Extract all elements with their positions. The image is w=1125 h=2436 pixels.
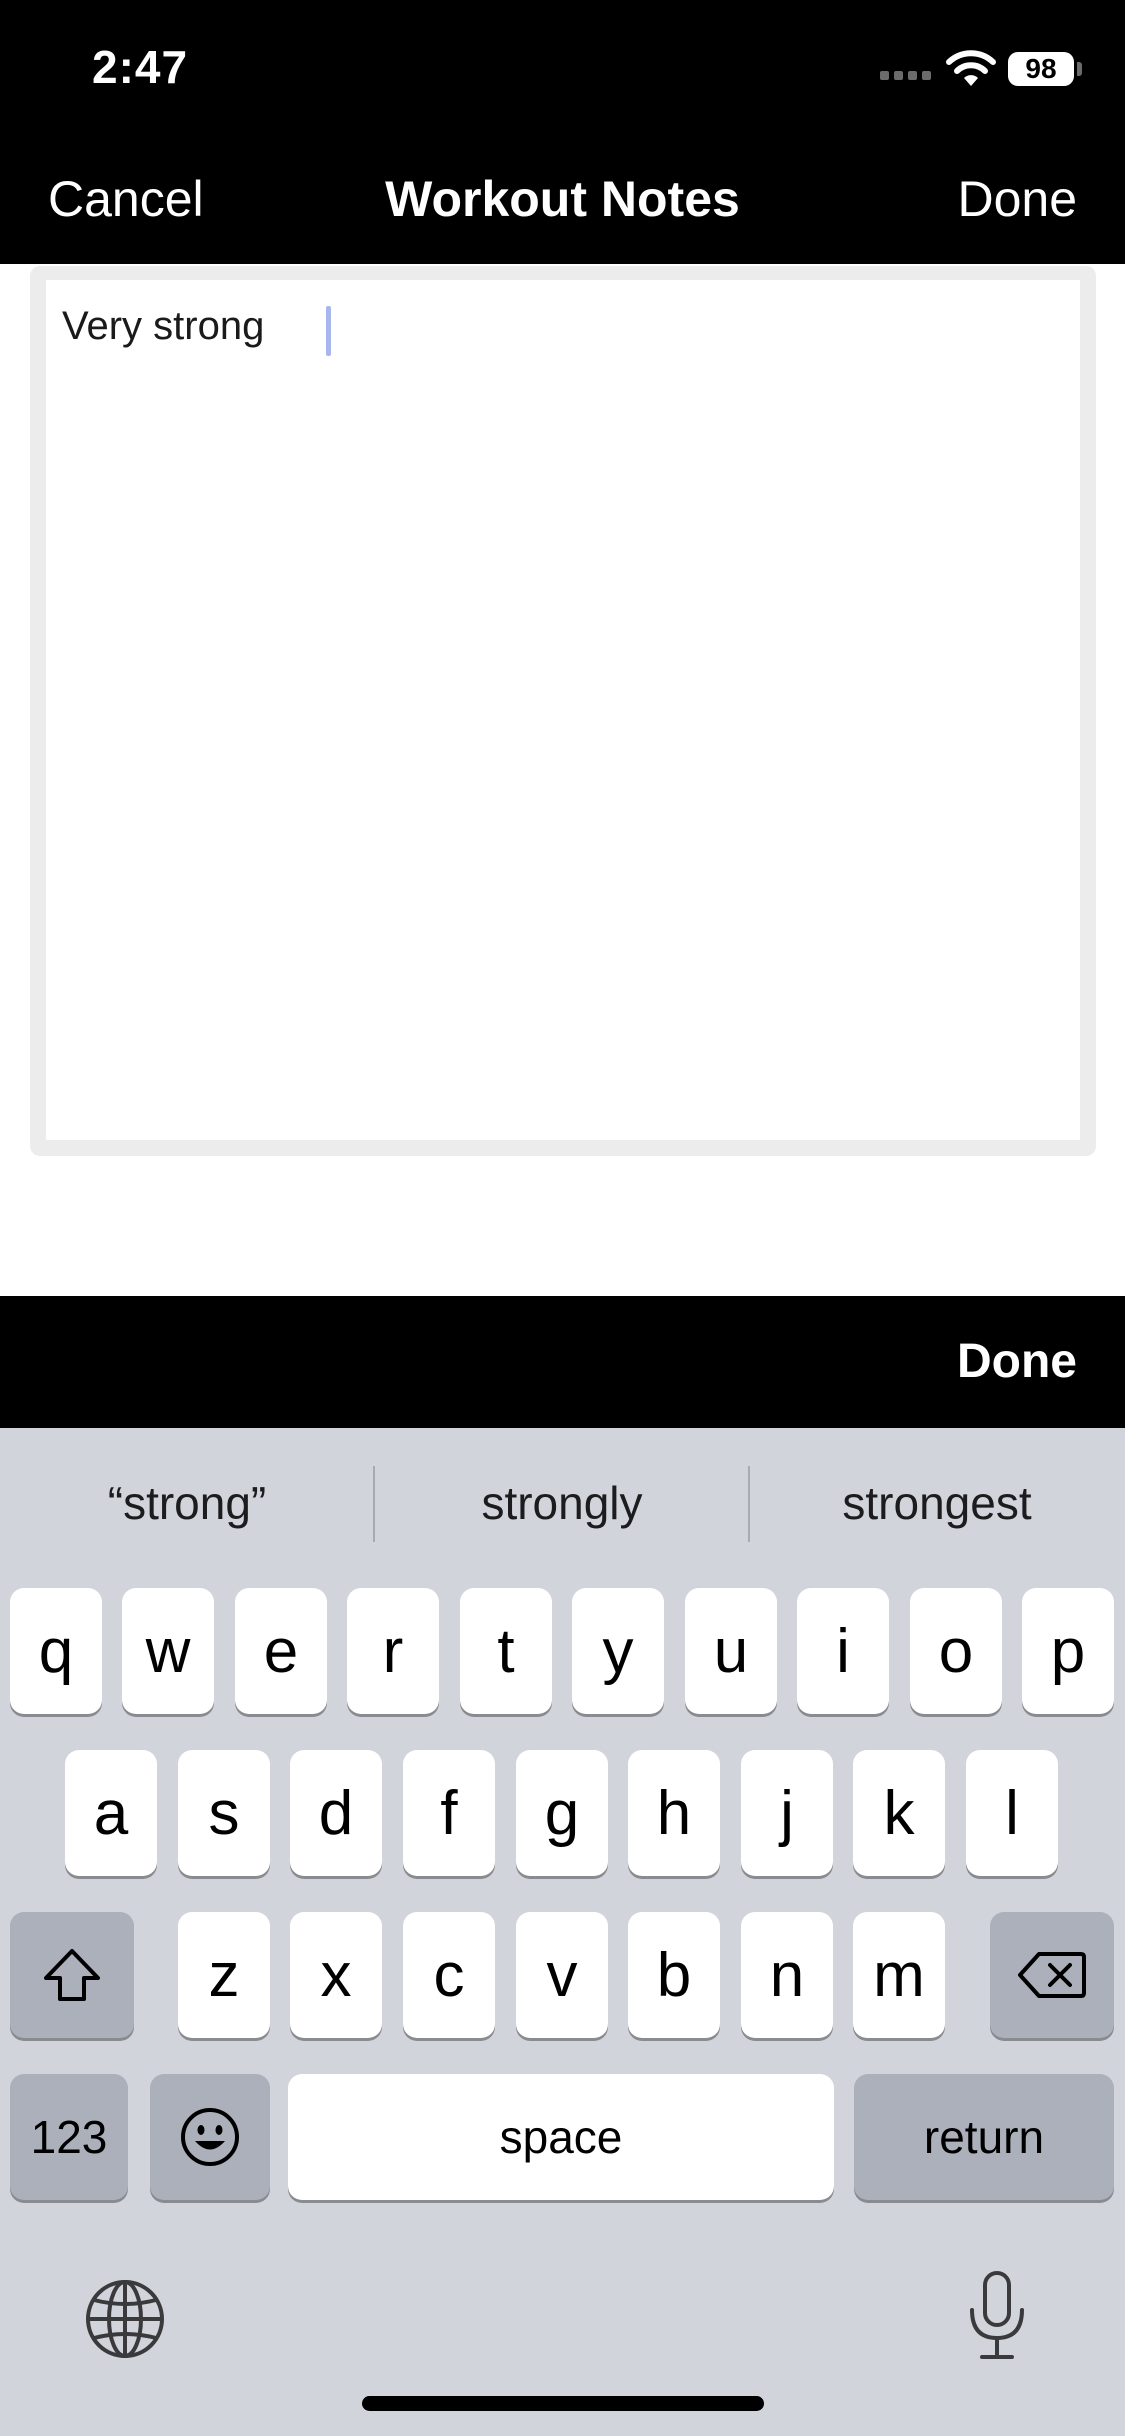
prediction-bar: “strong” strongly strongest [0, 1428, 1125, 1578]
key-q[interactable]: q [10, 1588, 102, 1714]
status-bar: 2:47 98 [0, 0, 1125, 140]
key-e[interactable]: e [235, 1588, 327, 1714]
key-b[interactable]: b [628, 1912, 720, 2038]
key-r[interactable]: r [347, 1588, 439, 1714]
key-h[interactable]: h [628, 1750, 720, 1876]
emoji-key[interactable] [150, 2074, 270, 2200]
key-s[interactable]: s [178, 1750, 270, 1876]
microphone-icon[interactable] [966, 2270, 1028, 2362]
key-y[interactable]: y [572, 1588, 664, 1714]
status-time: 2:47 [92, 41, 189, 93]
delete-key[interactable] [990, 1912, 1114, 2038]
wifi-icon [946, 50, 996, 86]
key-x[interactable]: x [290, 1912, 382, 2038]
home-indicator[interactable] [362, 2396, 764, 2411]
key-w[interactable]: w [122, 1588, 214, 1714]
shift-icon [44, 1949, 100, 2001]
shift-key[interactable] [10, 1912, 134, 2038]
prediction-item[interactable]: strongly [375, 1428, 749, 1578]
key-l[interactable]: l [966, 1750, 1058, 1876]
emoji-icon [181, 2108, 239, 2166]
key-j[interactable]: j [741, 1750, 833, 1876]
key-d[interactable]: d [290, 1750, 382, 1876]
numbers-key[interactable]: 123 [10, 2074, 128, 2200]
key-u[interactable]: u [685, 1588, 777, 1714]
key-i[interactable]: i [797, 1588, 889, 1714]
key-g[interactable]: g [516, 1750, 608, 1876]
key-k[interactable]: k [853, 1750, 945, 1876]
key-f[interactable]: f [403, 1750, 495, 1876]
navigation-bar: Cancel Workout Notes Done [0, 140, 1125, 264]
keyboard-done-button[interactable]: Done [957, 1334, 1077, 1389]
keyboard-toolbar: Done [0, 1296, 1125, 1428]
key-o[interactable]: o [910, 1588, 1002, 1714]
key-m[interactable]: m [853, 1912, 945, 2038]
key-n[interactable]: n [741, 1912, 833, 2038]
key-c[interactable]: c [403, 1912, 495, 2038]
text-cursor [326, 306, 331, 356]
key-v[interactable]: v [516, 1912, 608, 2038]
return-key[interactable]: return [854, 2074, 1114, 2200]
cancel-button[interactable]: Cancel [48, 170, 204, 228]
battery-icon: 98 [1008, 52, 1074, 86]
prediction-item[interactable]: strongest [750, 1428, 1124, 1578]
key-z[interactable]: z [178, 1912, 270, 2038]
space-key[interactable]: space [288, 2074, 834, 2200]
keyboard: “strong” strongly strongest q w e r t y … [0, 1428, 1125, 2436]
backspace-icon [1018, 1952, 1086, 1998]
notes-text-area[interactable]: Very strong [46, 280, 1080, 1140]
key-a[interactable]: a [65, 1750, 157, 1876]
cellular-signal-icon [880, 64, 934, 84]
key-t[interactable]: t [460, 1588, 552, 1714]
battery-tip [1077, 62, 1082, 76]
prediction-item[interactable]: “strong” [0, 1428, 374, 1578]
globe-icon[interactable] [84, 2278, 166, 2360]
battery-level: 98 [1025, 53, 1057, 84]
done-button[interactable]: Done [957, 170, 1077, 228]
notes-text: Very strong [62, 304, 265, 348]
key-p[interactable]: p [1022, 1588, 1114, 1714]
